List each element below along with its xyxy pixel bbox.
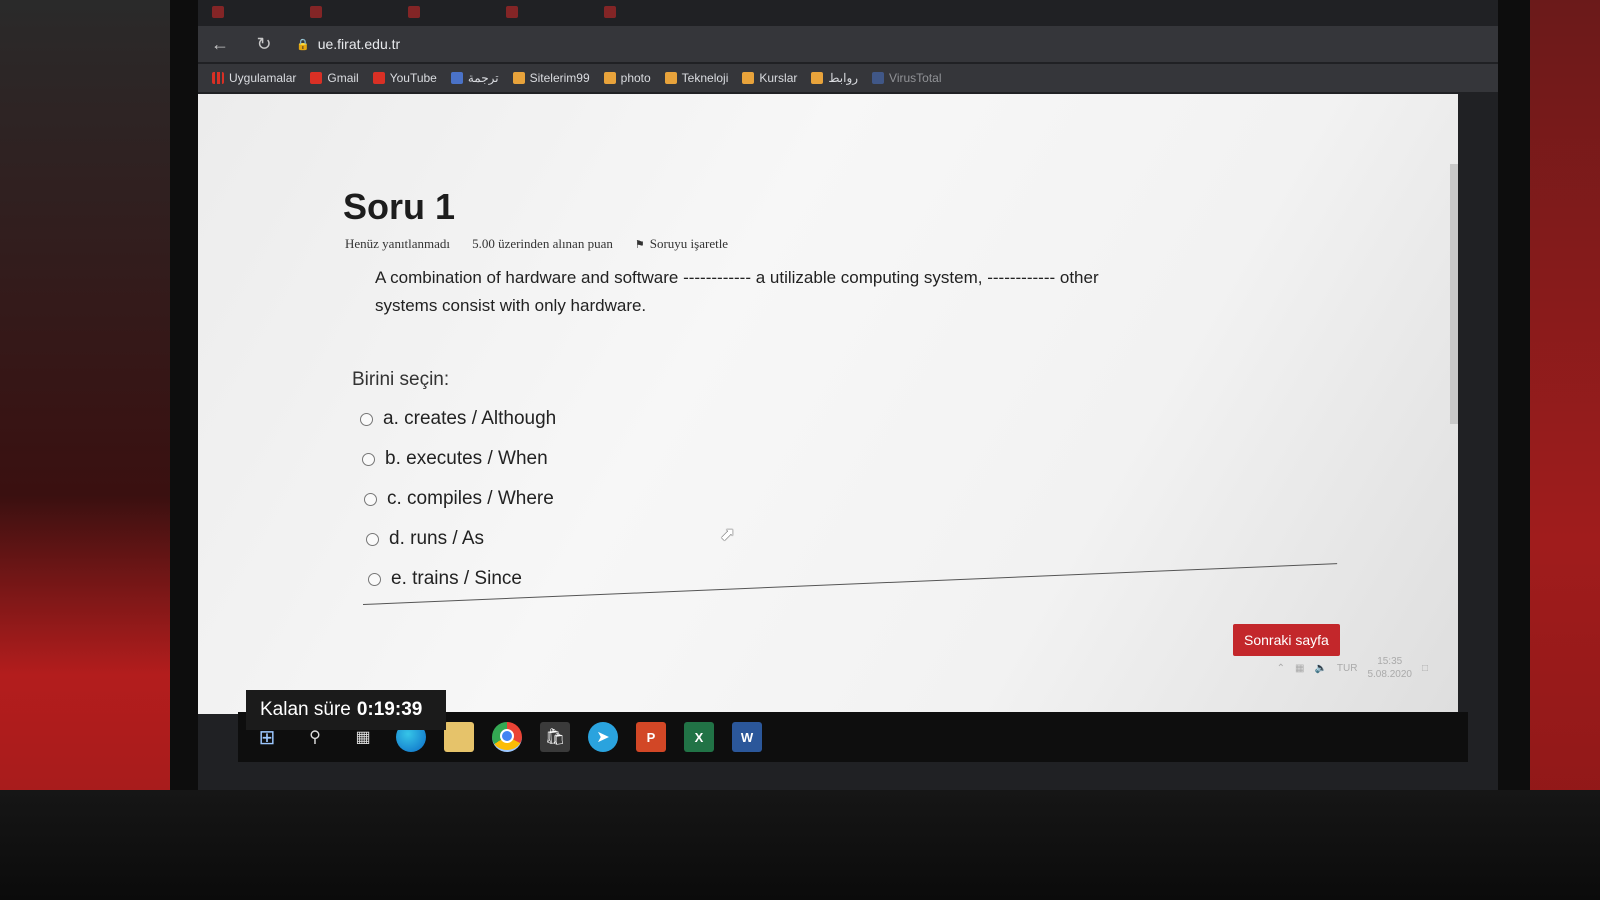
input-language[interactable]: TUR	[1337, 663, 1358, 674]
system-tray: ⌃ ▦ 🔈 TUR 15:35 5.08.2020 □	[1277, 655, 1428, 681]
reload-icon[interactable]: ↻	[252, 34, 276, 55]
clock-date: 5.08.2020	[1367, 669, 1412, 680]
bookmark-label: روابط	[828, 71, 859, 85]
answer-option-b[interactable]: b. executes / When	[362, 439, 556, 479]
bookmark-label: Gmail	[327, 71, 359, 85]
notification-icon[interactable]: □	[1422, 663, 1428, 674]
powerpoint-icon[interactable]: P	[636, 722, 666, 752]
radio-button[interactable]	[360, 412, 373, 426]
tab-favicon-icon	[604, 6, 616, 18]
browser-tab[interactable]	[604, 3, 694, 21]
bookmark-links[interactable]: روابط	[811, 71, 858, 85]
back-arrow-icon[interactable]: ←	[208, 34, 232, 55]
flag-question-label: Soruyu işaretle	[649, 236, 729, 251]
answer-label: e. trains / Since	[391, 568, 522, 589]
radio-button[interactable]	[368, 572, 381, 586]
folder-icon	[742, 72, 755, 84]
bookmark-label: Sitelerim99	[529, 71, 590, 85]
flag-question-link[interactable]: ⚑ Soruyu işaretle	[635, 236, 728, 252]
remaining-time-label: Kalan süre	[260, 699, 351, 720]
remaining-time-panel: Kalan süre 0:19:39	[246, 690, 446, 730]
tab-favicon-icon	[310, 6, 322, 18]
bookmarks-bar: Uygulamalar Gmail YouTube ترجمة Siteleri…	[198, 64, 1498, 92]
virustotal-icon	[872, 72, 885, 84]
volume-icon[interactable]: 🔈	[1314, 663, 1326, 674]
lock-icon: 🔒	[296, 38, 310, 51]
address-bar[interactable]: 🔒 ue.firat.edu.tr	[296, 36, 400, 52]
chrome-browser-icon[interactable]	[492, 722, 522, 752]
bookmark-youtube[interactable]: YouTube	[372, 71, 437, 85]
telegram-icon[interactable]: ➤	[588, 722, 618, 752]
monitor-screen: ← ↻ 🔒 ue.firat.edu.tr Uygulamalar Gmail …	[198, 0, 1498, 790]
gmail-icon	[310, 72, 323, 84]
browser-tab-strip	[198, 0, 1498, 24]
bookmark-gmail[interactable]: Gmail	[310, 71, 359, 85]
url-text: ue.firat.edu.tr	[317, 36, 401, 52]
folder-icon	[664, 72, 677, 84]
quiz-page: Soru 1 Henüz yanıtlanmadı 5.00 üzerinden…	[198, 94, 1458, 714]
flag-icon: ⚑	[634, 238, 645, 251]
bookmark-label: ترجمة	[467, 71, 499, 85]
file-explorer-icon[interactable]	[444, 722, 474, 752]
next-page-button[interactable]: Sonraki sayfa	[1233, 624, 1340, 656]
bookmark-label: Kurslar	[759, 71, 798, 85]
bookmark-tekneloji[interactable]: Tekneloji	[664, 71, 729, 85]
translate-icon	[450, 72, 463, 84]
browser-tab[interactable]	[506, 3, 596, 21]
question-info: Henüz yanıtlanmadı 5.00 üzerinden alınan…	[345, 236, 728, 252]
bookmark-photo[interactable]: photo	[603, 71, 651, 85]
folder-icon	[603, 72, 616, 84]
question-title: Soru 1	[343, 186, 456, 227]
word-icon[interactable]: W	[732, 722, 762, 752]
tab-favicon-icon	[408, 6, 420, 18]
radio-button[interactable]	[364, 492, 377, 506]
browser-toolbar: ← ↻ 🔒 ue.firat.edu.tr	[198, 26, 1498, 62]
answer-label: d. runs / As	[389, 528, 485, 549]
answer-label: a. creates / Although	[383, 408, 557, 429]
excel-icon[interactable]: X	[684, 722, 714, 752]
bookmark-virustotal[interactable]: VirusTotal	[872, 71, 942, 85]
bookmark-label: VirusTotal	[889, 71, 942, 85]
answer-option-d[interactable]: d. runs / As	[366, 519, 556, 559]
bookmark-sitelerim99[interactable]: Sitelerim99	[512, 71, 590, 85]
chevron-up-icon[interactable]: ⌃	[1277, 663, 1285, 674]
browser-tab[interactable]	[310, 3, 400, 21]
folder-icon	[512, 72, 525, 84]
answer-options: a. creates / Although b. executes / When…	[360, 399, 556, 599]
remaining-time-value: 0:19:39	[356, 699, 423, 720]
bookmark-label: photo	[620, 71, 651, 85]
bookmark-translate[interactable]: ترجمة	[450, 71, 499, 85]
question-status: Henüz yanıtlanmadı	[345, 236, 451, 251]
answer-option-a[interactable]: a. creates / Although	[360, 399, 556, 439]
page-scrollbar[interactable]	[1450, 164, 1458, 424]
choose-one-label: Birini seçin:	[352, 369, 450, 390]
bookmark-label: Tekneloji	[681, 71, 729, 85]
question-points: 5.00 üzerinden alınan puan	[472, 236, 613, 251]
question-text: A combination of hardware and software -…	[375, 268, 1099, 315]
bookmark-label: Uygulamalar	[229, 71, 297, 85]
clock-time: 15:35	[1377, 656, 1403, 667]
store-icon[interactable]: 🛍	[540, 722, 570, 752]
radio-button[interactable]	[362, 452, 375, 466]
tab-favicon-icon	[506, 6, 518, 18]
radio-button[interactable]	[366, 532, 379, 546]
network-icon[interactable]: ▦	[1295, 663, 1304, 674]
answer-option-c[interactable]: c. compiles / Where	[364, 479, 556, 519]
tab-favicon-icon	[212, 6, 224, 18]
mouse-cursor-icon: ⬈	[720, 524, 736, 544]
browser-tab[interactable]	[212, 3, 302, 21]
bookmark-apps[interactable]: Uygulamalar	[212, 71, 296, 85]
bookmark-kurslar[interactable]: Kurslar	[742, 71, 797, 85]
answer-option-e[interactable]: e. trains / Since	[368, 559, 556, 599]
browser-tab[interactable]	[408, 3, 498, 21]
youtube-icon	[372, 72, 385, 84]
desk-background-bottom	[0, 790, 1600, 900]
apps-grid-icon	[212, 72, 224, 84]
answer-label: c. compiles / Where	[387, 488, 554, 509]
bookmark-label: YouTube	[389, 71, 437, 85]
clock[interactable]: 15:35 5.08.2020	[1367, 655, 1412, 681]
folder-icon	[811, 72, 824, 84]
answer-label: b. executes / When	[385, 448, 548, 469]
